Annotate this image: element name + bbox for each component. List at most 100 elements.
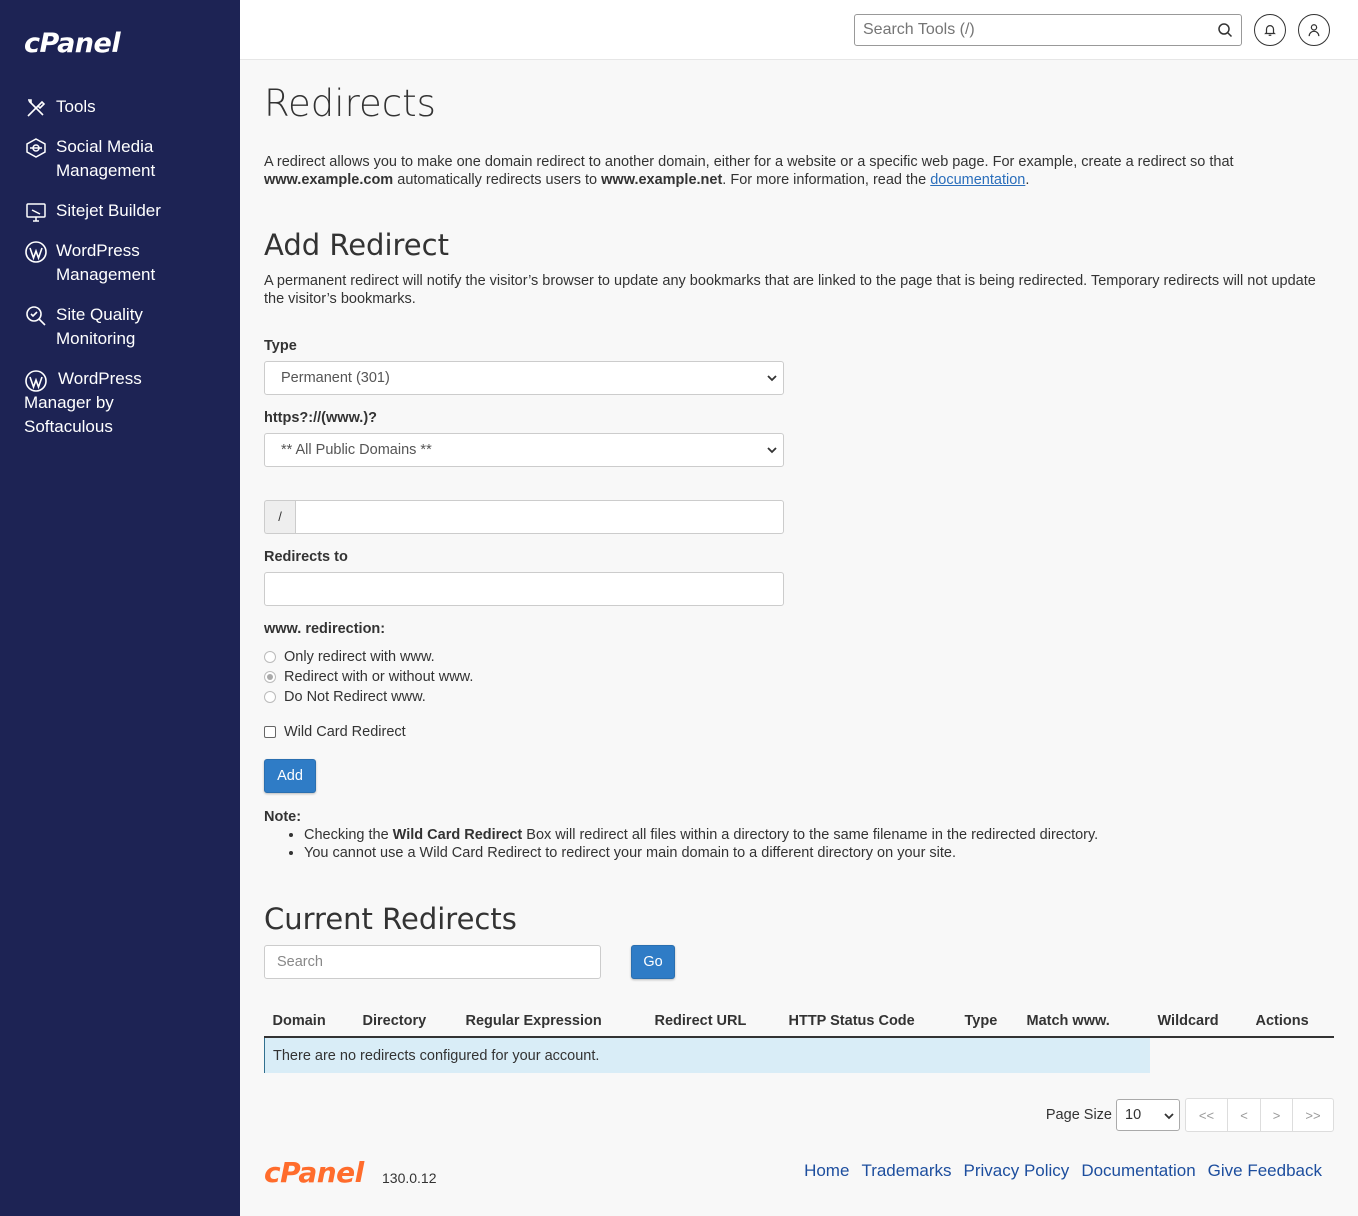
redirects-to-label: Redirects to bbox=[264, 549, 348, 565]
footer-link-trademarks[interactable]: Trademarks bbox=[861, 1161, 951, 1181]
page-title: Redirects bbox=[264, 82, 436, 125]
sidebar-item-sitejet[interactable]: Sitejet Builder bbox=[24, 199, 224, 224]
add-redirect-title: Add Redirect bbox=[264, 228, 449, 262]
go-button[interactable]: Go bbox=[631, 945, 675, 979]
wordpress-icon bbox=[25, 370, 47, 392]
column-header-wildcard[interactable]: Wildcard bbox=[1149, 1005, 1248, 1038]
radio-label: Redirect with or without www. bbox=[284, 669, 474, 685]
radio-with-or-without-www[interactable]: Redirect with or without www. bbox=[264, 669, 473, 685]
footer-links: Home Trademarks Privacy Policy Documenta… bbox=[804, 1161, 1322, 1181]
add-button[interactable]: Add bbox=[264, 759, 316, 793]
first-page-button[interactable]: << bbox=[1186, 1099, 1227, 1131]
empty-message: There are no redirects configured for yo… bbox=[264, 1037, 1150, 1073]
cpanel-logo[interactable]: cPanel bbox=[24, 28, 121, 59]
intro-part: A redirect allows you to make one domain… bbox=[264, 154, 1234, 170]
social-media-icon bbox=[26, 138, 46, 158]
column-header-domain[interactable]: Domain bbox=[264, 1005, 355, 1038]
page-size-select[interactable]: 10 bbox=[1116, 1099, 1180, 1131]
intro-text: A redirect allows you to make one domain… bbox=[264, 153, 1324, 189]
radio-label: Only redirect with www. bbox=[284, 649, 435, 665]
type-select-value: Permanent (301) bbox=[281, 370, 390, 386]
radio-only-www[interactable]: Only redirect with www. bbox=[264, 649, 435, 665]
chevron-down-icon bbox=[1164, 1113, 1174, 1120]
path-prefix: / bbox=[264, 500, 295, 534]
path-input[interactable] bbox=[295, 500, 784, 534]
redirects-search-input[interactable] bbox=[264, 945, 601, 979]
radio-button[interactable] bbox=[264, 691, 276, 703]
search-icon[interactable] bbox=[1217, 22, 1233, 38]
footer-link-privacy[interactable]: Privacy Policy bbox=[964, 1161, 1070, 1181]
next-page-button[interactable]: > bbox=[1260, 1099, 1292, 1131]
sidebar-item-site-quality[interactable]: Site Quality Monitoring bbox=[24, 303, 224, 351]
pager-buttons: << < > >> bbox=[1185, 1098, 1334, 1132]
redirects-table: Domain Directory Regular Expression Redi… bbox=[264, 1005, 1334, 1073]
sidebar-item-wp-manager[interactable]: WordPress Manager by Softaculous bbox=[24, 367, 224, 439]
column-header-regex[interactable]: Regular Expression bbox=[457, 1005, 647, 1038]
type-select[interactable]: Permanent (301) bbox=[264, 361, 784, 395]
radio-label: Do Not Redirect www. bbox=[284, 689, 426, 705]
radio-do-not-redirect-www[interactable]: Do Not Redirect www. bbox=[264, 689, 426, 705]
radio-button[interactable] bbox=[264, 671, 276, 683]
note-section: Note: Checking the Wild Card Redirect Bo… bbox=[264, 808, 1098, 862]
chevron-down-icon bbox=[767, 447, 777, 454]
sidebar: cPanel Tools Social Media Management Sit… bbox=[0, 0, 240, 1216]
example-domain-2: www.example.net bbox=[601, 172, 723, 188]
table-row: There are no redirects configured for yo… bbox=[264, 1037, 1335, 1073]
sidebar-item-wordpress[interactable]: WordPress Management bbox=[24, 239, 224, 287]
wildcard-label: Wild Card Redirect bbox=[284, 724, 406, 740]
footer-link-home[interactable]: Home bbox=[804, 1161, 849, 1181]
column-header-actions: Actions bbox=[1247, 1005, 1334, 1038]
intro-part: automatically redirects users to bbox=[397, 172, 598, 188]
bell-icon bbox=[1264, 25, 1276, 36]
sidebar-item-social-media[interactable]: Social Media Management bbox=[24, 135, 224, 183]
footer-link-feedback[interactable]: Give Feedback bbox=[1208, 1161, 1322, 1181]
footer-link-documentation[interactable]: Documentation bbox=[1081, 1161, 1195, 1181]
notifications-button[interactable] bbox=[1254, 14, 1286, 46]
redirects-to-input[interactable] bbox=[264, 572, 784, 606]
note-text: Checking the bbox=[304, 827, 389, 843]
page-size-label: Page Size bbox=[1045, 1107, 1112, 1123]
chevron-down-icon bbox=[767, 375, 777, 382]
footer-cpanel-logo[interactable]: cPanel bbox=[264, 1156, 364, 1189]
domain-label: https?://(www.)? bbox=[264, 410, 378, 426]
type-label: Type bbox=[264, 338, 297, 354]
sidebar-item-label: Site Quality Monitoring bbox=[56, 305, 143, 348]
search-tools-box bbox=[854, 14, 1242, 46]
path-input-group: / bbox=[264, 500, 784, 534]
pagination: Page Size 10 << < > >> bbox=[1046, 1098, 1334, 1132]
wordpress-icon bbox=[25, 241, 47, 263]
last-page-button[interactable]: >> bbox=[1292, 1099, 1333, 1131]
domain-select[interactable]: ** All Public Domains ** bbox=[264, 433, 784, 467]
sidebar-item-tools[interactable]: Tools bbox=[24, 95, 224, 120]
page-size-value: 10 bbox=[1125, 1107, 1142, 1123]
intro-part: . For more information, read the bbox=[722, 172, 927, 188]
wildcard-redirect-checkbox-row[interactable]: Wild Card Redirect bbox=[264, 724, 406, 740]
sidebar-item-label: WordPress Management bbox=[56, 241, 156, 284]
magnifier-icon bbox=[26, 306, 46, 326]
table-header-row: Domain Directory Regular Expression Redi… bbox=[264, 1005, 1334, 1038]
tools-icon bbox=[27, 99, 46, 117]
note-heading: Note: bbox=[264, 809, 302, 825]
add-redirect-description: A permanent redirect will notify the vis… bbox=[264, 273, 1316, 307]
www-redirection-label: www. redirection: bbox=[264, 621, 386, 637]
sidebar-item-label: Sitejet Builder bbox=[56, 201, 161, 220]
column-header-match-www[interactable]: Match www. bbox=[1018, 1005, 1150, 1038]
version-number: 130.0.12 bbox=[382, 1170, 437, 1186]
wildcard-checkbox[interactable] bbox=[264, 726, 276, 738]
documentation-link[interactable]: documentation bbox=[930, 172, 1025, 188]
note-text: Box will redirect all files within a dir… bbox=[526, 827, 1099, 843]
radio-button[interactable] bbox=[264, 651, 276, 663]
column-header-directory[interactable]: Directory bbox=[354, 1005, 458, 1038]
user-icon bbox=[1308, 24, 1320, 37]
column-header-status-code[interactable]: HTTP Status Code bbox=[780, 1005, 957, 1038]
column-header-redirect-url[interactable]: Redirect URL bbox=[646, 1005, 781, 1038]
column-header-type[interactable]: Type bbox=[956, 1005, 1019, 1038]
note-item: Checking the Wild Card Redirect Box will… bbox=[304, 826, 1098, 844]
topbar bbox=[240, 0, 1358, 60]
search-tools-input[interactable] bbox=[855, 15, 1195, 45]
user-menu-button[interactable] bbox=[1298, 14, 1330, 46]
prev-page-button[interactable]: < bbox=[1227, 1099, 1260, 1131]
domain-select-value: ** All Public Domains ** bbox=[281, 442, 432, 458]
note-item: You cannot use a Wild Card Redirect to r… bbox=[304, 844, 1098, 862]
current-redirects-title: Current Redirects bbox=[264, 902, 517, 936]
